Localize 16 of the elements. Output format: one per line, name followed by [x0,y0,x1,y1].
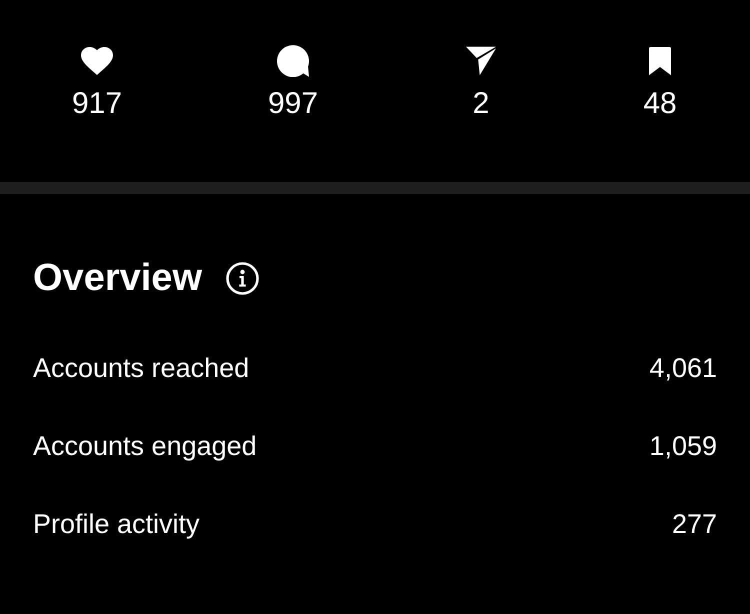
speech-bubble-icon[interactable] [277,45,309,77]
stat-count: 2 [472,86,490,122]
section-title: Overview [33,256,202,300]
metric-value: 277 [672,508,717,541]
info-icon[interactable] [226,262,259,294]
metric-value: 4,061 [649,352,717,385]
metric-value: 1,059 [649,430,717,463]
stat-count: 48 [643,86,677,122]
paper-plane-icon[interactable] [466,46,496,76]
metric-label: Profile activity [33,508,200,541]
metric-label: Accounts reached [33,352,250,385]
stat-count: 997 [268,86,318,122]
metric-label: Accounts engaged [33,430,257,463]
stat-count: 917 [72,86,122,122]
bookmark-icon[interactable] [649,46,671,76]
heart-icon[interactable] [81,47,113,75]
